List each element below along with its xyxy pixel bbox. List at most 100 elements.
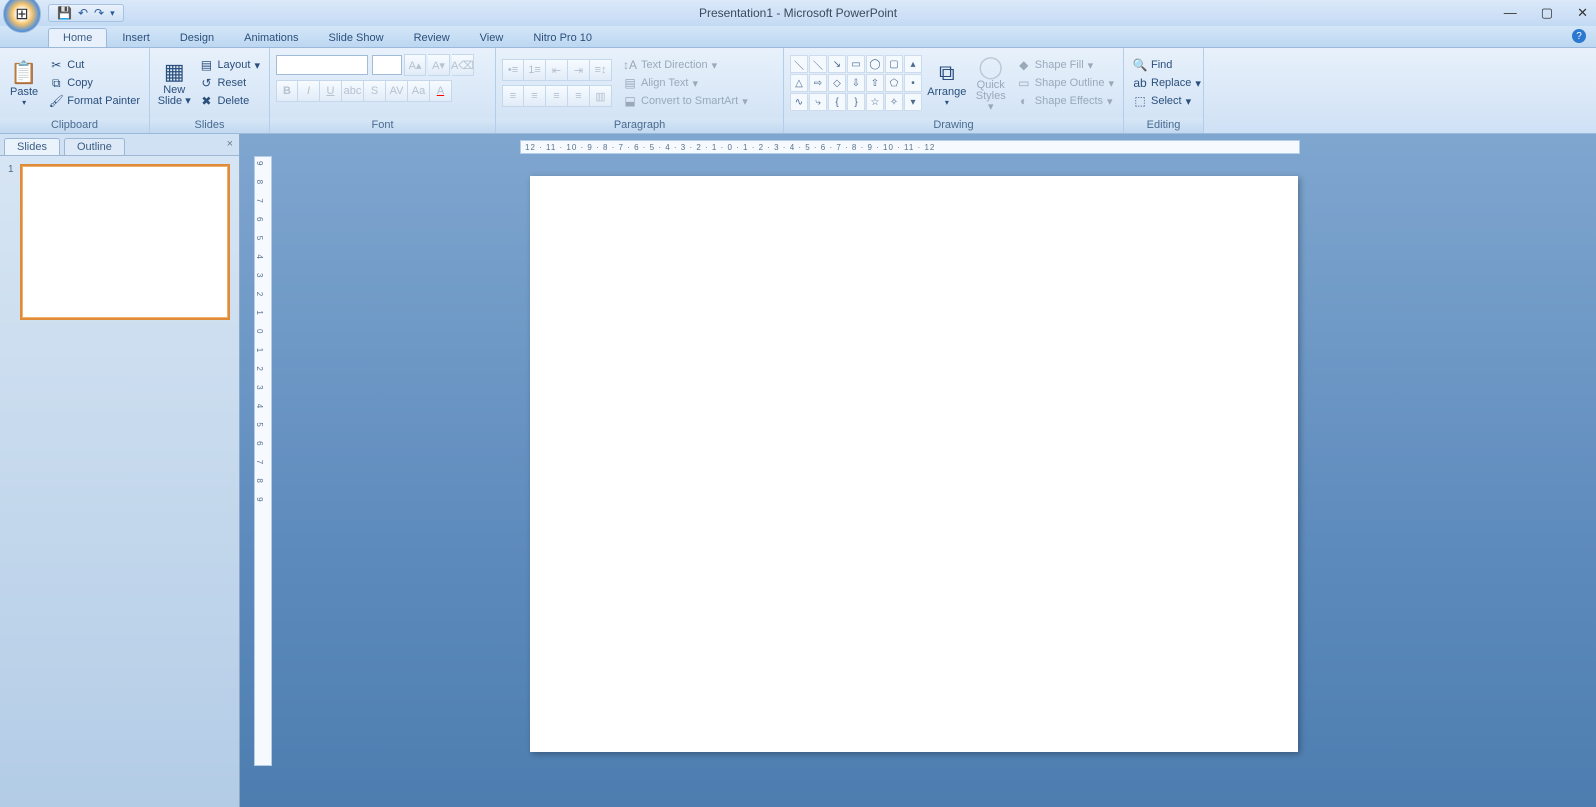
shape-uarrow-icon[interactable]: ⇧ <box>866 74 884 92</box>
shape-round-rect-icon[interactable]: ▢ <box>885 55 903 73</box>
shape-scroll-up-icon[interactable]: ▴ <box>904 55 922 73</box>
shape-brace-r-icon[interactable]: } <box>847 93 865 111</box>
justify-button[interactable]: ≡ <box>568 85 590 107</box>
tab-insert[interactable]: Insert <box>107 28 165 47</box>
shape-diamond-icon[interactable]: ◇ <box>828 74 846 92</box>
font-color-button[interactable]: A <box>430 80 452 102</box>
shape-rarrow-icon[interactable]: ⇨ <box>809 74 827 92</box>
panel-tab-slides[interactable]: Slides <box>4 138 60 155</box>
shape-effects-button[interactable]: ◐Shape Effects ▾ <box>1014 93 1117 109</box>
italic-button[interactable]: I <box>298 80 320 102</box>
shape-conn-icon[interactable]: ⤷ <box>809 93 827 111</box>
decrease-indent-button[interactable]: ⇤ <box>546 59 568 81</box>
underline-button[interactable]: U <box>320 80 342 102</box>
window-controls: — ▢ ✕ <box>1504 5 1588 21</box>
align-center-button[interactable]: ≡ <box>524 85 546 107</box>
cut-button[interactable]: ✂Cut <box>46 57 143 73</box>
smartart-icon: ⬓ <box>623 94 637 108</box>
align-text-button[interactable]: ▤Align Text ▾ <box>620 75 751 91</box>
shape-scroll-mid-icon[interactable]: • <box>904 74 922 92</box>
vertical-ruler[interactable]: 9 8 7 6 5 4 3 2 1 0 1 2 3 4 5 6 7 8 9 <box>254 156 272 766</box>
grow-font-button[interactable]: A▴ <box>404 54 426 76</box>
tab-review[interactable]: Review <box>399 28 465 47</box>
group-font: A▴ A▾ A⌫ B I U abc S AV Aa A Font <box>270 48 496 133</box>
shape-fill-button[interactable]: ◆Shape Fill ▾ <box>1014 57 1117 73</box>
group-drawing: ＼ ＼ ↘ ▭ ◯ ▢ ▴ △ ⇨ ◇ ⇩ ⇧ ⬠ • ∿ ⤷ { } ☆ ✧ <box>784 48 1124 133</box>
select-button[interactable]: ⬚Select ▾ <box>1130 93 1204 109</box>
columns-button[interactable]: ▥ <box>590 85 612 107</box>
numbering-button[interactable]: 1≡ <box>524 59 546 81</box>
help-icon[interactable]: ? <box>1572 29 1586 43</box>
arrange-button[interactable]: ⧉ Arrange ▾ <box>926 50 968 116</box>
horizontal-ruler[interactable]: 12 · 11 · 10 · 9 · 8 · 7 · 6 · 5 · 4 · 3… <box>520 140 1300 154</box>
shape-oval-icon[interactable]: ◯ <box>866 55 884 73</box>
tab-design[interactable]: Design <box>165 28 229 47</box>
close-button[interactable]: ✕ <box>1577 5 1588 21</box>
thumbnails-list: 1 <box>0 156 239 807</box>
shape-curve-icon[interactable]: ∿ <box>790 93 808 111</box>
slide-thumbnail-1[interactable] <box>20 164 230 320</box>
shape-pentagon-icon[interactable]: ⬠ <box>885 74 903 92</box>
shrink-font-button[interactable]: A▾ <box>428 54 450 76</box>
delete-icon: ✖ <box>199 94 213 108</box>
shape-triangle-icon[interactable]: △ <box>790 74 808 92</box>
redo-icon[interactable]: ↷ <box>94 6 104 20</box>
increase-indent-button[interactable]: ⇥ <box>568 59 590 81</box>
tab-home[interactable]: Home <box>48 28 107 47</box>
shape-darrow-icon[interactable]: ⇩ <box>847 74 865 92</box>
maximize-button[interactable]: ▢ <box>1541 5 1553 21</box>
text-direction-button[interactable]: ↕AText Direction ▾ <box>620 57 751 73</box>
shape-rect-icon[interactable]: ▭ <box>847 55 865 73</box>
font-size-combo[interactable] <box>372 55 402 75</box>
panel-close-button[interactable]: × <box>227 138 233 150</box>
minimize-button[interactable]: — <box>1504 5 1517 21</box>
bullets-button[interactable]: •≡ <box>502 59 524 81</box>
quick-styles-icon: ◯ <box>978 54 1003 80</box>
save-icon[interactable]: 💾 <box>57 6 72 20</box>
shape-callout-icon[interactable]: ✧ <box>885 93 903 111</box>
clear-formatting-button[interactable]: A⌫ <box>452 54 474 76</box>
find-button[interactable]: 🔍Find <box>1130 57 1204 73</box>
quick-styles-button[interactable]: ◯ QuickStyles ▾ <box>972 50 1010 116</box>
copy-button[interactable]: ⧉Copy <box>46 75 143 91</box>
panel-tab-outline[interactable]: Outline <box>64 138 125 155</box>
align-right-button[interactable]: ≡ <box>546 85 568 107</box>
qat-more-icon[interactable]: ▾ <box>110 8 115 19</box>
undo-icon[interactable]: ↶ <box>78 6 88 20</box>
shape-star-icon[interactable]: ☆ <box>866 93 884 111</box>
paste-button[interactable]: 📋 Paste ▾ <box>6 50 42 116</box>
align-left-button[interactable]: ≡ <box>502 85 524 107</box>
shape-line2-icon[interactable]: ＼ <box>809 55 827 73</box>
shape-line-icon[interactable]: ＼ <box>790 55 808 73</box>
group-slides: ▦ NewSlide ▾ ▤Layout ▾ ↺Reset ✖Delete Sl… <box>150 48 270 133</box>
tab-view[interactable]: View <box>465 28 519 47</box>
layout-button[interactable]: ▤Layout ▾ <box>196 57 263 73</box>
shape-scroll-down-icon[interactable]: ▾ <box>904 93 922 111</box>
title-bar: ⊞ 💾 ↶ ↷ ▾ Presentation1 - Microsoft Powe… <box>0 0 1596 26</box>
convert-smartart-button[interactable]: ⬓Convert to SmartArt ▾ <box>620 93 751 109</box>
reset-button[interactable]: ↺Reset <box>196 75 263 91</box>
tab-nitro[interactable]: Nitro Pro 10 <box>518 28 607 47</box>
tab-slideshow[interactable]: Slide Show <box>314 28 399 47</box>
strikethrough-button[interactable]: abc <box>342 80 364 102</box>
slide-canvas[interactable] <box>530 176 1298 752</box>
shape-arrow-icon[interactable]: ↘ <box>828 55 846 73</box>
char-spacing-button[interactable]: AV <box>386 80 408 102</box>
new-slide-button[interactable]: ▦ NewSlide ▾ <box>156 50 192 116</box>
font-name-combo[interactable] <box>276 55 368 75</box>
line-spacing-button[interactable]: ≡↕ <box>590 59 612 81</box>
group-label-paragraph: Paragraph <box>496 118 783 133</box>
shape-outline-button[interactable]: ▭Shape Outline ▾ <box>1014 75 1117 91</box>
bold-button[interactable]: B <box>276 80 298 102</box>
shadow-button[interactable]: S <box>364 80 386 102</box>
cut-icon: ✂ <box>49 58 63 72</box>
window-title: Presentation1 - Microsoft PowerPoint <box>699 6 897 20</box>
replace-button[interactable]: abReplace ▾ <box>1130 75 1204 91</box>
new-slide-label: NewSlide ▾ <box>158 85 191 107</box>
delete-button[interactable]: ✖Delete <box>196 93 263 109</box>
format-painter-button[interactable]: 🖌Format Painter <box>46 93 143 109</box>
shape-brace-l-icon[interactable]: { <box>828 93 846 111</box>
shapes-gallery[interactable]: ＼ ＼ ↘ ▭ ◯ ▢ ▴ △ ⇨ ◇ ⇩ ⇧ ⬠ • ∿ ⤷ { } ☆ ✧ <box>790 55 922 111</box>
tab-animations[interactable]: Animations <box>229 28 313 47</box>
change-case-button[interactable]: Aa <box>408 80 430 102</box>
